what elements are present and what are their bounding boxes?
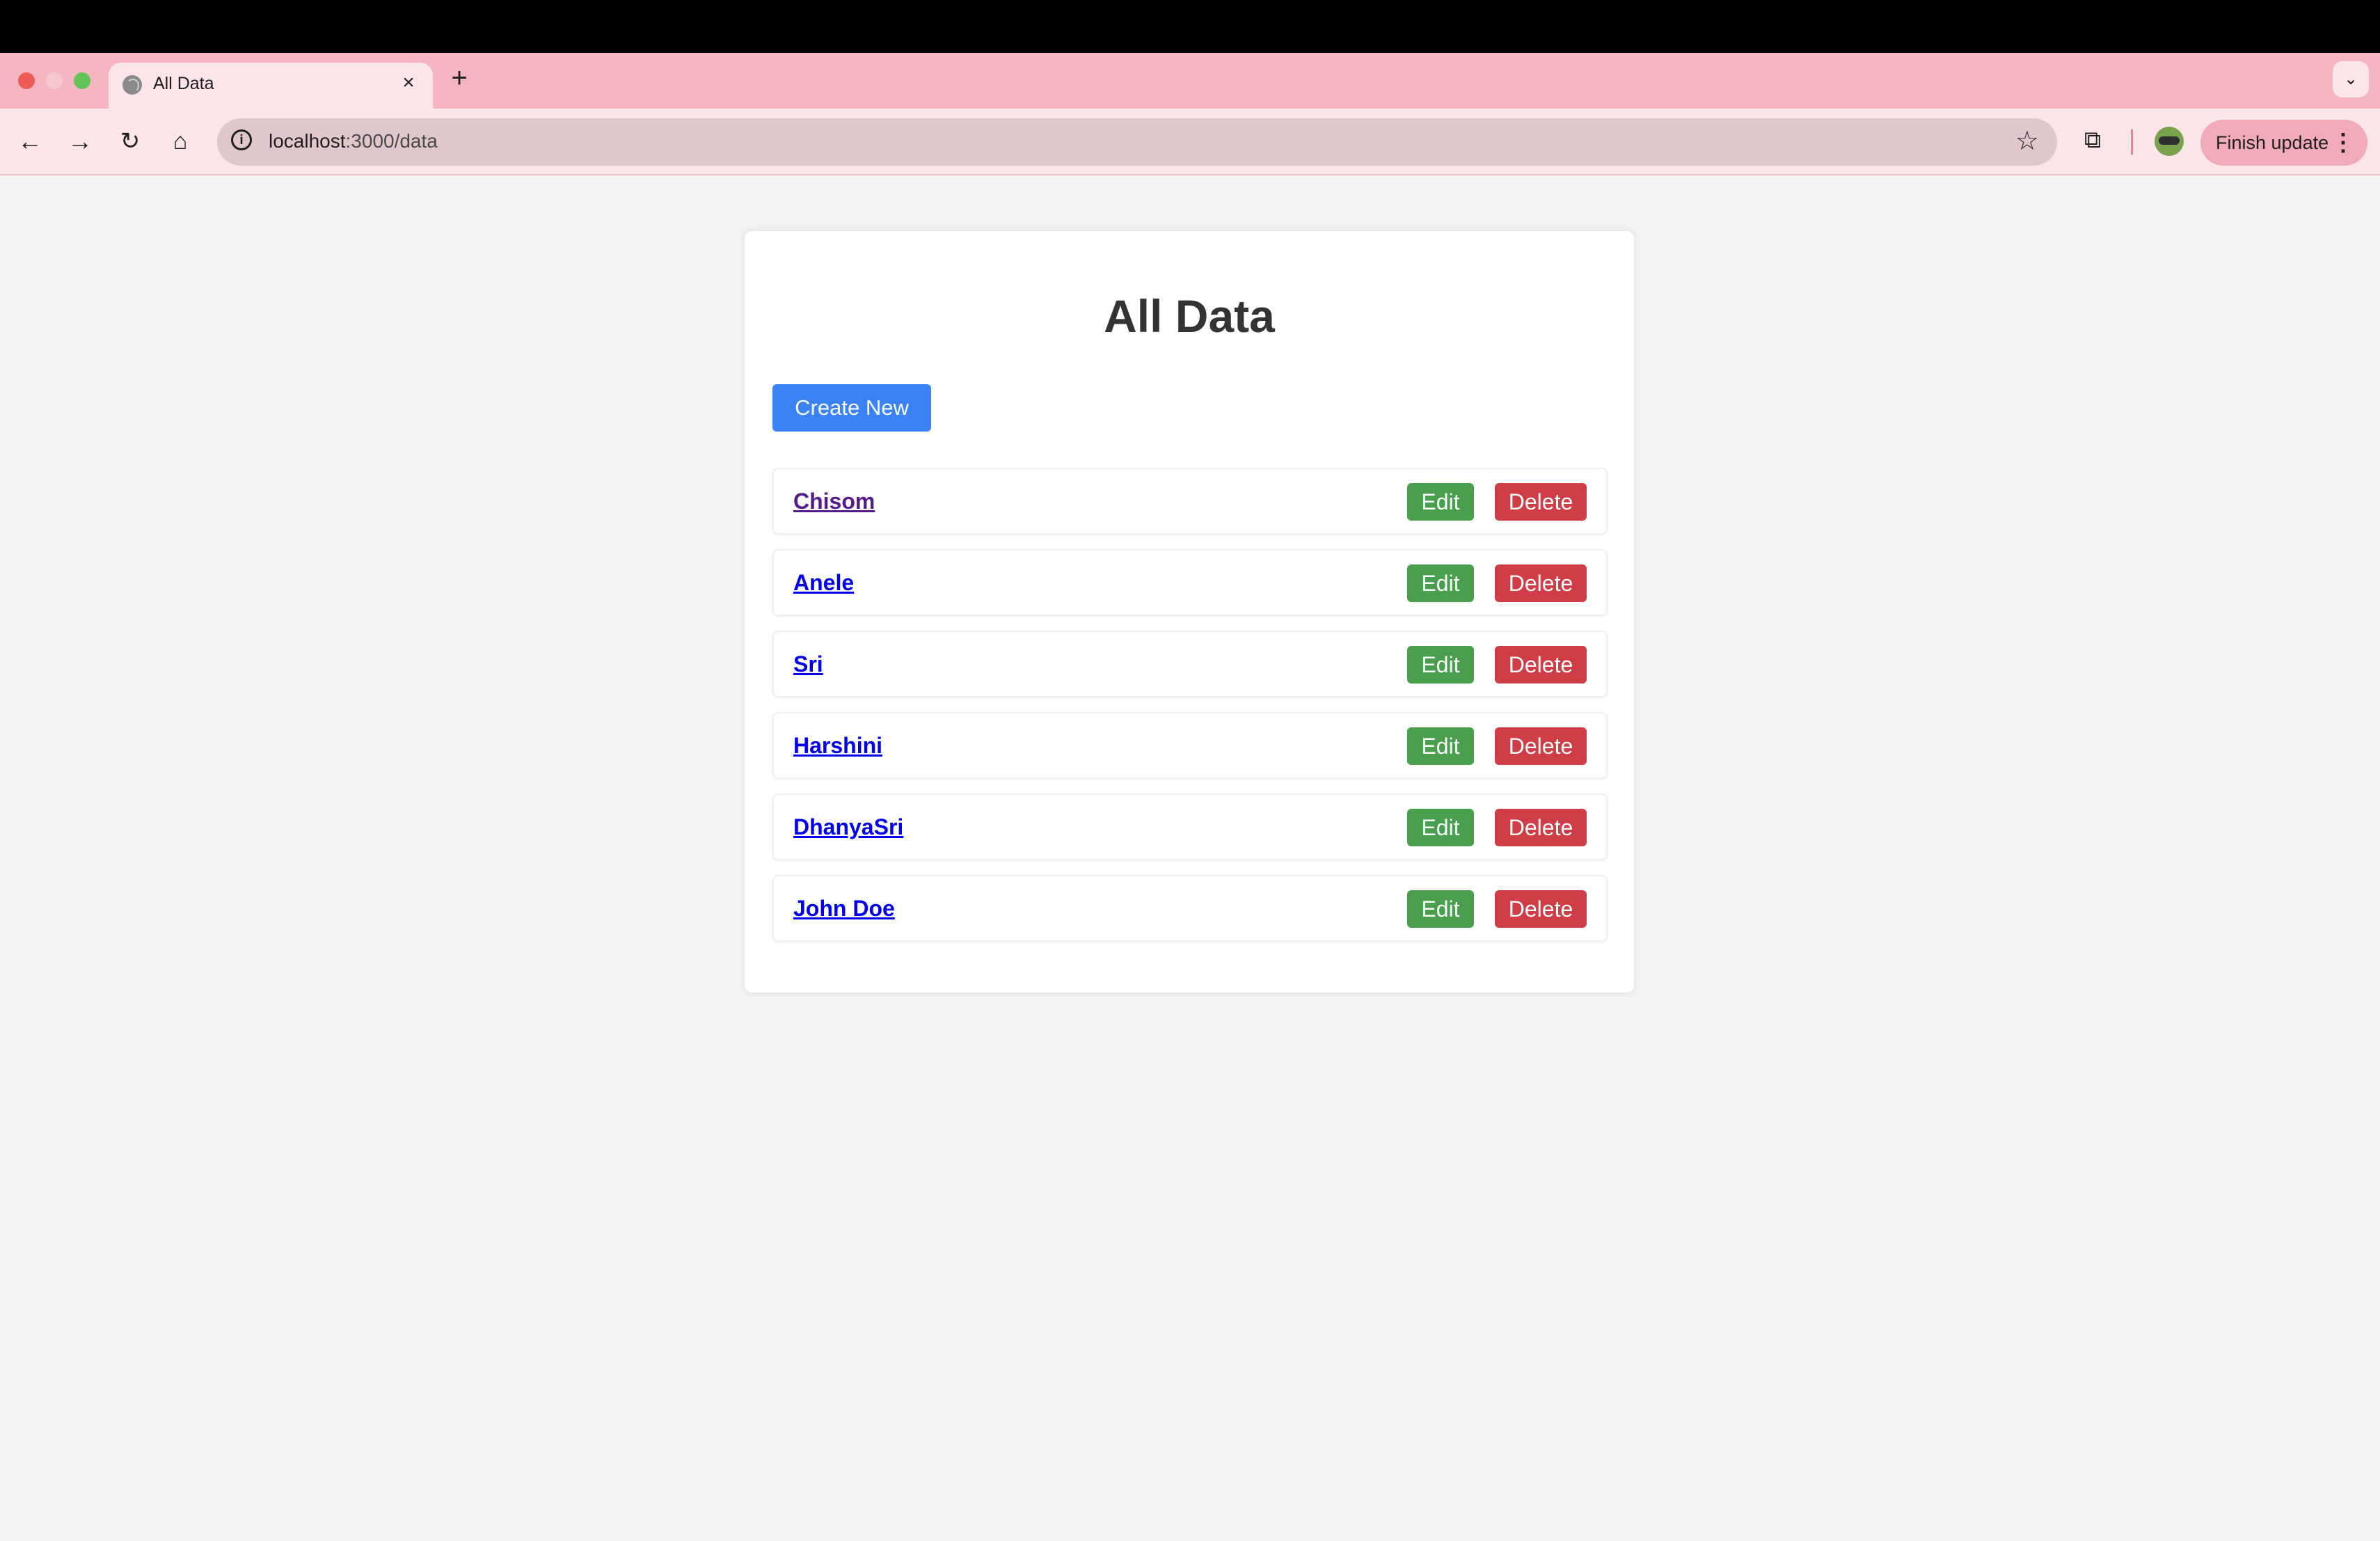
- back-arrow-icon[interactable]: ←: [14, 125, 46, 157]
- page-title: All Data: [1104, 290, 1275, 342]
- item-link[interactable]: John Doe: [793, 896, 895, 922]
- item-link[interactable]: Sri: [793, 651, 823, 677]
- item-link[interactable]: Harshini: [793, 733, 882, 759]
- window-minimize-button[interactable]: [46, 72, 63, 89]
- screen: All Data × + ⌄ ← → ↻ ⌂ i localhost:3000/…: [0, 0, 2380, 1541]
- edit-button[interactable]: Edit: [1407, 809, 1474, 846]
- edit-button[interactable]: Edit: [1407, 890, 1474, 928]
- tab-title: All Data: [153, 74, 214, 93]
- toolbar-divider: [2131, 129, 2133, 155]
- more-vert-icon[interactable]: ⋮: [2331, 129, 2355, 156]
- list-item: Anele Edit Delete: [772, 549, 1608, 616]
- item-link[interactable]: Anele: [793, 570, 854, 596]
- list-item: Harshini Edit Delete: [772, 712, 1608, 779]
- list-item: John Doe Edit Delete: [772, 875, 1608, 942]
- list-item: DhanyaSri Edit Delete: [772, 793, 1608, 860]
- delete-button[interactable]: Delete: [1495, 727, 1587, 765]
- finish-update-label: Finish update: [2216, 132, 2329, 153]
- url-path: :3000/data: [345, 130, 438, 152]
- globe-icon: [122, 75, 142, 95]
- address-bar[interactable]: i localhost:3000/data ☆: [217, 118, 2057, 166]
- bookmark-star-icon[interactable]: ☆: [2015, 125, 2039, 157]
- info-icon[interactable]: i: [231, 129, 252, 150]
- edit-button[interactable]: Edit: [1407, 727, 1474, 765]
- reload-icon[interactable]: ↻: [114, 125, 146, 157]
- plus-icon[interactable]: +: [445, 64, 473, 92]
- top-black-strip: [0, 0, 2380, 53]
- chevron-down-icon[interactable]: ⌄: [2333, 61, 2369, 97]
- item-link[interactable]: Chisom: [793, 489, 875, 514]
- item-link[interactable]: DhanyaSri: [793, 814, 903, 840]
- forward-arrow-icon[interactable]: →: [64, 125, 96, 157]
- url-host: localhost: [269, 130, 346, 152]
- delete-button[interactable]: Delete: [1495, 890, 1587, 928]
- edit-button[interactable]: Edit: [1407, 564, 1474, 602]
- url-text[interactable]: localhost:3000/data: [269, 130, 438, 152]
- home-icon[interactable]: ⌂: [164, 125, 196, 157]
- delete-button[interactable]: Delete: [1495, 564, 1587, 602]
- list-item: Sri Edit Delete: [772, 631, 1608, 697]
- create-new-button[interactable]: Create New: [772, 384, 931, 432]
- close-icon[interactable]: ×: [397, 71, 420, 95]
- finish-update-button[interactable]: Finish update ⋮: [2200, 120, 2367, 166]
- delete-button[interactable]: Delete: [1495, 483, 1587, 521]
- profile-avatar[interactable]: [2155, 127, 2184, 156]
- data-card: All Data Create New Chisom Edit Delete A…: [745, 231, 1634, 993]
- delete-button[interactable]: Delete: [1495, 809, 1587, 846]
- list-item: Chisom Edit Delete: [772, 468, 1608, 535]
- edit-button[interactable]: Edit: [1407, 483, 1474, 521]
- window-close-button[interactable]: [18, 72, 35, 89]
- window-maximize-button[interactable]: [74, 72, 90, 89]
- delete-button[interactable]: Delete: [1495, 646, 1587, 683]
- edit-button[interactable]: Edit: [1407, 646, 1474, 683]
- browser-tab[interactable]: All Data ×: [109, 63, 433, 109]
- extensions-puzzle-icon[interactable]: ⧉: [2077, 124, 2109, 156]
